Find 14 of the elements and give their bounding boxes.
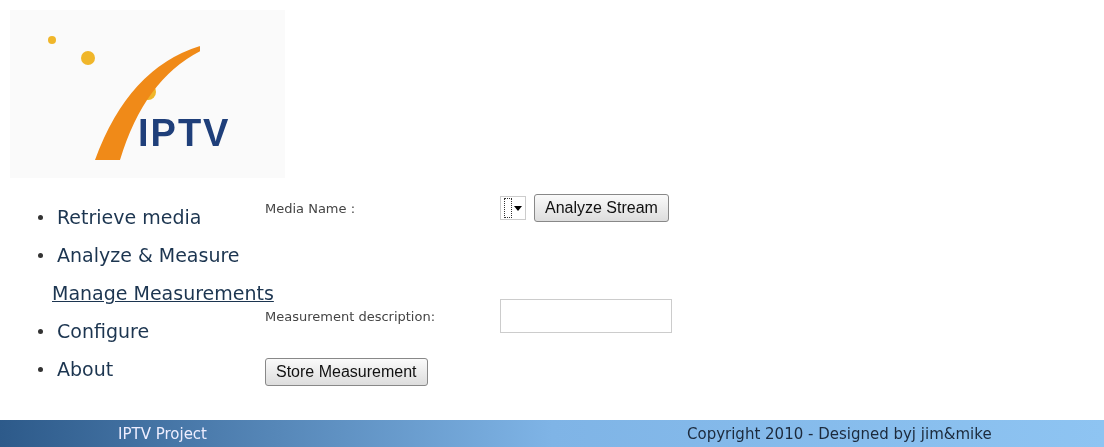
media-name-label: Media Name :: [265, 200, 357, 216]
store-measurement-button[interactable]: Store Measurement: [265, 358, 428, 386]
description-field[interactable]: [500, 299, 672, 333]
nav-link[interactable]: Configure: [57, 320, 150, 342]
nav-link[interactable]: Retrieve media: [57, 206, 202, 228]
nav-link[interactable]: Analyze & Measure: [57, 244, 240, 266]
analyze-stream-button[interactable]: Analyze Stream: [534, 194, 669, 222]
footer-title: IPTV Project: [118, 424, 207, 443]
media-select[interactable]: [500, 196, 526, 220]
nav-link[interactable]: About: [57, 358, 114, 380]
logo-drawing: IPTV: [10, 10, 285, 178]
copyright-text: Copyright 2010 - Designed byj jim&mike: [687, 424, 992, 443]
description-label: Measurement description:: [265, 308, 437, 324]
nav-link[interactable]: Manage Measurements: [52, 282, 274, 304]
